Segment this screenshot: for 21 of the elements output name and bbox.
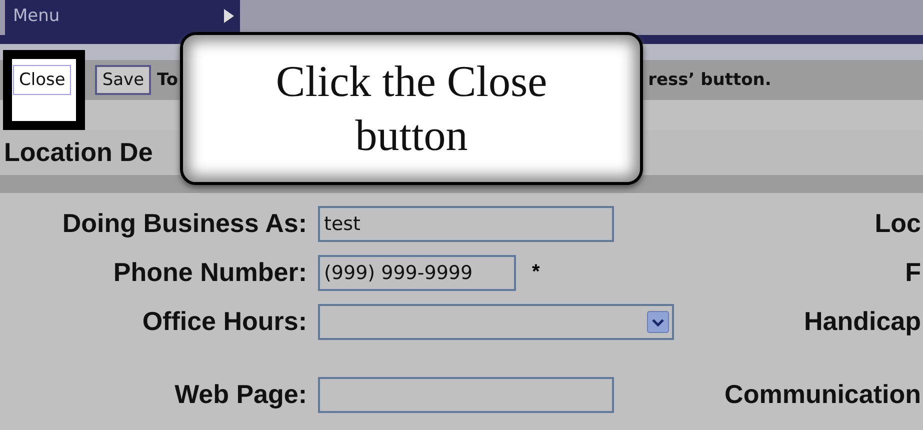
text-field[interactable]: (999) 999-9999 bbox=[318, 254, 516, 290]
callout-text: Click the Close button bbox=[274, 56, 548, 162]
field-label: Office Hours: bbox=[141, 306, 307, 337]
section-title: Location De bbox=[4, 137, 153, 168]
field-label: Web Page: bbox=[174, 379, 307, 410]
field-label: Communication bbox=[724, 379, 922, 410]
field-label: F bbox=[905, 257, 922, 288]
save-button[interactable]: Save bbox=[95, 65, 152, 95]
instruction-text: To bbox=[157, 70, 178, 90]
field-label: Handicap bbox=[804, 306, 922, 337]
field-label: Phone Number: bbox=[112, 257, 307, 288]
text-field[interactable]: test bbox=[318, 206, 614, 242]
arrow-right-icon bbox=[224, 8, 234, 22]
field-label: Doing Business As: bbox=[61, 208, 307, 239]
close-button[interactable]: Close bbox=[13, 65, 72, 95]
text-field[interactable] bbox=[318, 376, 614, 412]
field-label: Loc bbox=[874, 208, 922, 239]
dropdown-field[interactable] bbox=[318, 304, 674, 340]
required-mark: * bbox=[532, 261, 540, 284]
menu-button[interactable]: Menu bbox=[5, 0, 240, 35]
instruction-text: ress’ button. bbox=[648, 70, 772, 90]
